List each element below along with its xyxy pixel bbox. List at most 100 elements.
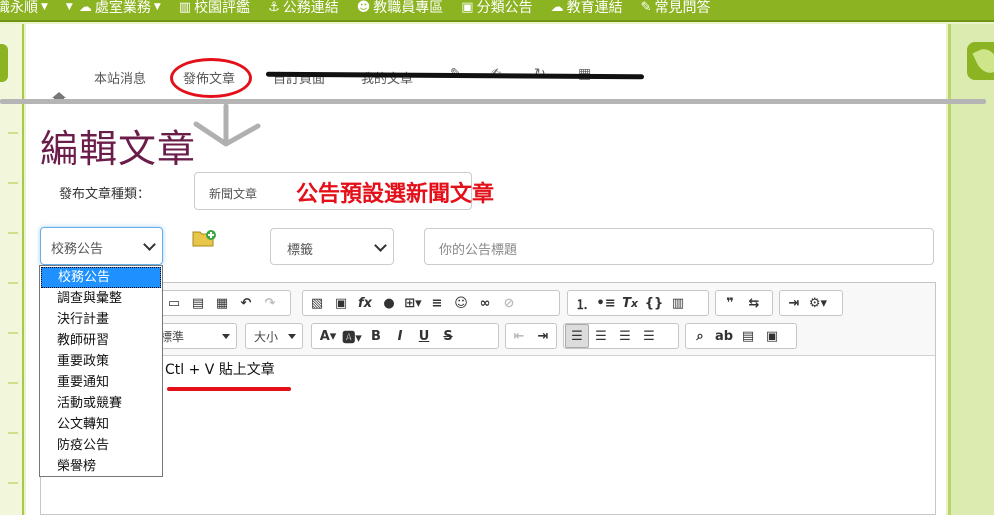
tag-select[interactable]: 標籤 [270,228,394,265]
cloud-icon: ☁ [550,0,564,15]
nav-item-departments[interactable]: ▼ ☁ 處室業務 ▼ [66,0,161,17]
category-option-teacher-training[interactable]: 教師研習 [40,330,162,351]
announcement-title-input[interactable]: 你的公告標題 [424,228,934,265]
add-folder-icon[interactable] [192,228,216,248]
align-right-icon[interactable]: ☰ [613,324,637,348]
outdent-icon[interactable]: ⇤ [507,324,531,348]
category-select[interactable]: 校務公告 [40,227,163,265]
redo-icon[interactable]: ↷ [258,291,282,315]
indent-icon[interactable]: ⇥ [782,291,806,315]
caret-down-icon [288,334,296,339]
align-group: ☰ ☰ ☰ ☰ [563,323,679,349]
right-decoration [948,24,994,515]
bullet-list-icon[interactable]: •≡ [594,291,618,315]
nav-item-announcements[interactable]: ▣ 分類公告 [461,0,532,17]
settings-gear-icon[interactable]: ⚙▾ [806,291,830,315]
media-icon[interactable]: ▣ [329,291,353,315]
down-arrow-mark [193,104,261,147]
category-option-plan[interactable]: 決行計畫 [40,309,162,330]
clear-format-icon[interactable]: Tx [618,291,642,315]
template-icon[interactable]: ▤ [736,324,760,348]
flash-icon[interactable]: ● [377,291,401,315]
category-option-documents[interactable]: 公文轉知 [40,414,162,435]
chevron-down-icon [143,238,156,251]
nav-item-official-links[interactable]: ⚓ 公務連結 [268,0,339,17]
indent-group: ⇤ ⇥ [505,323,557,349]
top-nav-items: 識永順 ▼ ▼ ☁ 處室業務 ▼ ▥ 校園評鑑 ⚓ 公務連結 ☻ 教職員專區 ▣ 分類公告 ☁ 教… [0,0,728,17]
unlink-icon[interactable]: ⊘ [497,291,521,315]
caret-down-icon: ▼ [41,2,48,12]
nav-item-staff-area[interactable]: ☻ 教職員專區 [357,0,444,17]
italic-icon[interactable]: I [388,324,412,348]
smile-icon: ☻ [356,0,371,15]
category-option-honor-roll[interactable]: 榮譽榜 [40,456,162,477]
image-icon[interactable]: ▧ [305,291,329,315]
inbox-icon: ▣ [461,0,474,15]
formula-icon[interactable]: fx [353,291,377,315]
nav-item-faq[interactable]: ✎ 常見問答 [641,0,711,17]
category-option-epidemic[interactable]: 防疫公告 [40,435,162,456]
link-icon[interactable]: ∞ [473,291,497,315]
text-format-group: A▾ 🅰▾ B I U S [311,323,499,349]
table-icon[interactable]: ⊞▾ [401,291,425,315]
left-side-tab[interactable] [0,44,8,82]
text-color-icon[interactable]: A▾ [316,324,340,348]
page-title: 編輯文章 [40,127,197,171]
find-icon[interactable]: ⌕ [688,324,712,348]
pen-icon: ✎ [640,0,652,15]
subnav-site-news[interactable]: 本站消息 [94,68,146,87]
source-icon[interactable]: ▥ [666,291,690,315]
nav-item-yongshun[interactable]: 識永順 ▼ [0,0,48,17]
category-option-notice[interactable]: 重要通知 [40,372,162,393]
quote-group: ❞ ⇆ [715,290,773,316]
caret-down-icon: ▼ [65,2,73,12]
caret-down-icon: ▼ [153,2,161,12]
nav-item-evaluation[interactable]: ▥ 校園評鑑 [179,0,250,17]
increase-indent-icon[interactable]: ⇥ [531,324,555,348]
tools-group: ⇥ ⚙▾ [779,290,843,316]
code-icon[interactable]: {} [642,291,666,315]
clipboard-group: ▭ ▤ ▦ ↶ ↷ [151,290,291,316]
list-group: ⒈ •≡ Tx {} ▥ [567,290,709,316]
editor-content[interactable]: Ctl + V 貼上文章 [165,359,275,379]
category-option-policy[interactable]: 重要政策 [40,351,162,372]
find-group: ⌕ ab ▤ ▣ [685,323,797,349]
red-underline-mark [167,387,291,391]
underline-icon[interactable]: U [412,324,436,348]
grey-divider-mark [0,99,986,104]
blockquote-icon[interactable]: ❞ [718,291,742,315]
justify-icon[interactable]: ☰ [637,324,661,348]
cloud-icon: ☁ [78,0,92,15]
horizontal-line-icon[interactable]: ≡ [425,291,449,315]
strikethrough-icon[interactable]: S [436,324,460,348]
chevron-down-icon [374,239,387,252]
nav-item-education-links[interactable]: ☁ 教育連結 [551,0,623,17]
anchor-icon: ⚓ [268,0,280,15]
paragraph-style-combo[interactable]: 標準 [151,323,237,349]
background-color-icon[interactable]: 🅰▾ [340,324,364,348]
replace-icon[interactable]: ab [712,324,736,348]
category-dropdown-list: 校務公告 調查與彙整 決行計畫 教師研習 重要政策 重要通知 活動或競賽 公文轉… [39,265,163,477]
editor-toolbar: ▭ ▤ ▦ ↶ ↷ ▧ ▣ fx ● ⊞▾ ≡ ☺ ∞ ⊘ ⒈ •≡ Tx {}… [41,283,935,356]
align-left-icon[interactable]: ☰ [565,324,589,348]
paste-icon[interactable]: ▤ [186,291,210,315]
language-icon[interactable]: ⇆ [742,291,766,315]
paste-text-icon[interactable]: ▦ [210,291,234,315]
emoji-icon[interactable]: ☺ [449,291,473,315]
bold-icon[interactable]: B [364,324,388,348]
left-decoration [0,24,24,515]
copy-icon[interactable]: ▭ [162,291,186,315]
top-navbar: 識永順 ▼ ▼ ☁ 處室業務 ▼ ▥ 校園評鑑 ⚓ 公務連結 ☻ 教職員專區 ▣ 分類公告 ☁ 教… [0,0,994,22]
chart-icon: ▥ [178,0,192,15]
font-size-combo[interactable]: 大小 [245,323,303,349]
category-option-events[interactable]: 活動或競賽 [40,393,162,414]
maximize-icon[interactable]: ▣ [760,324,784,348]
category-option-survey[interactable]: 調查與彙整 [40,288,162,309]
undo-icon[interactable]: ↶ [234,291,258,315]
category-option-school-announcement[interactable]: 校務公告 [41,267,161,288]
align-center-icon[interactable]: ☰ [589,324,613,348]
rich-text-editor[interactable]: ▭ ▤ ▦ ↶ ↷ ▧ ▣ fx ● ⊞▾ ≡ ☺ ∞ ⊘ ⒈ •≡ Tx {}… [40,282,936,515]
insert-group: ▧ ▣ fx ● ⊞▾ ≡ ☺ ∞ ⊘ [302,290,560,316]
numbered-list-icon[interactable]: ⒈ [570,291,594,315]
annotation-note: 公告預設選新聞文章 [296,182,495,207]
